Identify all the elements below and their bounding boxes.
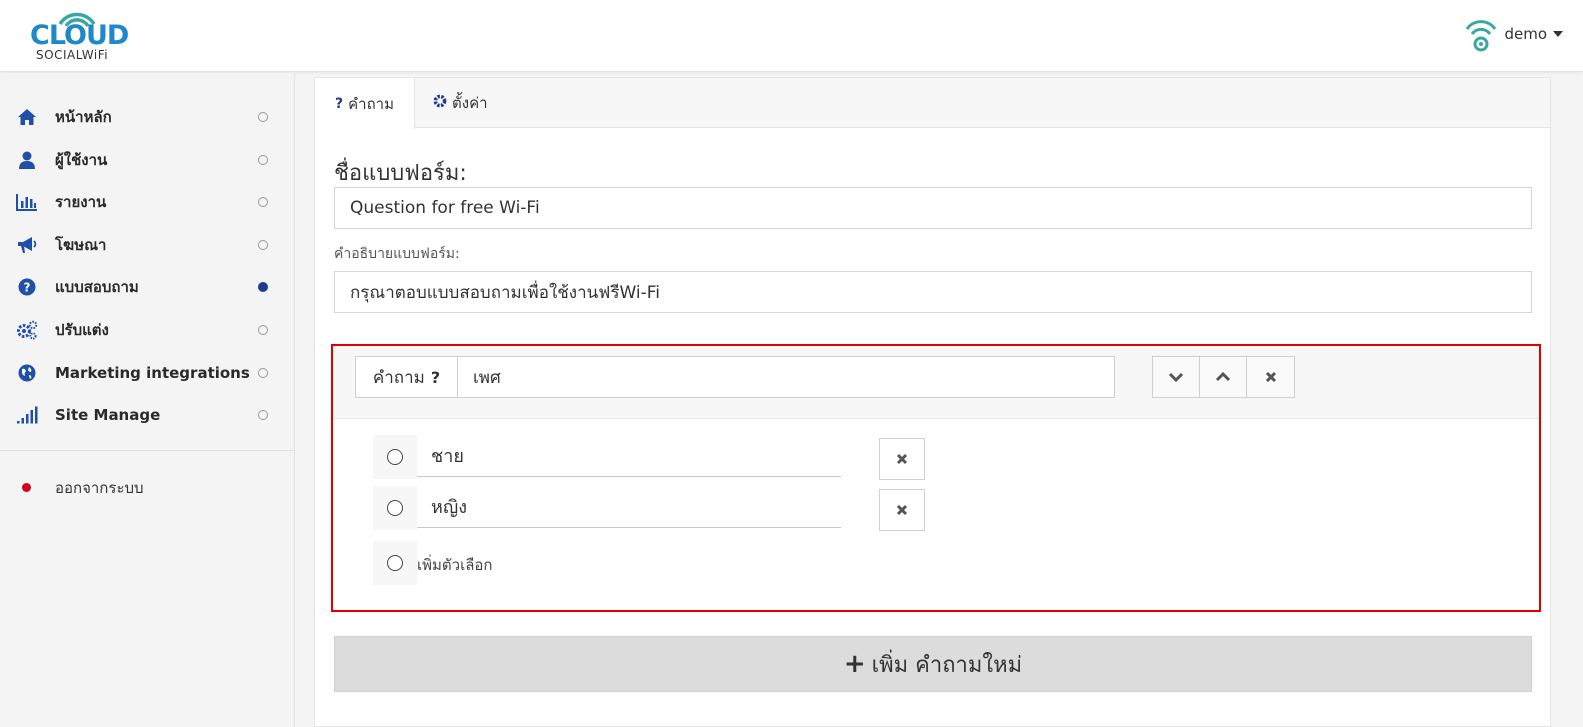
question-header: คำถาม ? เพศ (333, 346, 1539, 419)
close-icon (896, 504, 908, 516)
logout-label: ออกจากระบบ (55, 479, 144, 497)
form-editor-panel: ? คำถาม ตั้งค่า ชื่อแบบฟอร์ม: Question f… (314, 77, 1551, 727)
status-dot (258, 240, 268, 250)
gears-icon (16, 320, 38, 340)
option-radio[interactable] (387, 500, 403, 516)
megaphone-icon (16, 235, 38, 255)
sidebar-item-label: แบบสอบถาม (55, 278, 139, 296)
sidebar-item-site-manage[interactable]: Site Manage (0, 395, 294, 435)
status-dot (258, 410, 268, 420)
top-header: CLOUD SOCIALWiFi demo (0, 0, 1583, 72)
signal-icon (16, 405, 38, 425)
option-radio[interactable] (387, 555, 403, 571)
add-question-label: เพิ่ม คำถามใหม่ (871, 652, 1023, 678)
sidebar-item-marketing[interactable]: Marketing integrations (0, 353, 294, 393)
option-input[interactable]: หญิง (417, 486, 841, 528)
tab-label: คำถาม (348, 94, 394, 113)
tab-questions[interactable]: ? คำถาม (315, 78, 415, 129)
plus-icon: + (843, 649, 866, 679)
caret-down-icon (1553, 31, 1563, 37)
question-title-input[interactable]: เพศ (458, 357, 1114, 397)
sidebar-item-label: ผู้ใช้งาน (55, 151, 108, 169)
brand-logo[interactable]: CLOUD SOCIALWiFi (30, 6, 140, 64)
tab-bar: ? คำถาม ตั้งค่า (315, 78, 1550, 129)
status-dot (258, 155, 268, 165)
sidebar: หน้าหลัก ผู้ใช้งาน รายงาน โฆษณา ? แบบสอบ… (0, 73, 295, 727)
globe-icon (16, 363, 38, 383)
chevron-up-icon (1215, 372, 1231, 382)
brand-word: CLOUD (30, 20, 129, 51)
logout-link[interactable]: ออกจากระบบ (0, 466, 294, 506)
sidebar-item-reports[interactable]: รายงาน (0, 182, 294, 222)
option-radio-wrap (373, 541, 417, 585)
add-option-link[interactable]: เพิ่มตัวเลือก (417, 553, 492, 577)
wifi-avatar-icon (1466, 20, 1497, 52)
logout-dot (22, 483, 31, 492)
sidebar-item-label: Marketing integrations (55, 364, 250, 382)
form-description-input[interactable]: กรุณาตอบแบบสอบถามเพื่อใช้งานฟรีWi-Fi (334, 271, 1532, 313)
delete-option-button[interactable] (879, 489, 925, 531)
close-icon (896, 453, 908, 465)
form-description-label: คำอธิบายแบบฟอร์ม: (334, 246, 460, 262)
option-input[interactable]: ชาย (417, 435, 841, 477)
sidebar-item-label: Site Manage (55, 406, 161, 424)
question-prefix: คำถาม ? (356, 357, 458, 397)
user-name: demo (1504, 25, 1547, 43)
sidebar-item-customize[interactable]: ปรับแต่ง (0, 310, 294, 350)
question-action-group (1152, 356, 1295, 398)
user-icon (16, 150, 38, 170)
home-icon (16, 107, 38, 127)
sidebar-item-label: รายงาน (55, 193, 107, 211)
question-mark-icon: ? (335, 95, 344, 112)
sidebar-item-label: ปรับแต่ง (55, 321, 109, 339)
add-question-button[interactable]: + เพิ่ม คำถามใหม่ (334, 636, 1532, 692)
sidebar-item-label: หน้าหลัก (55, 108, 112, 126)
sidebar-divider (0, 450, 294, 451)
form-name-label: ชื่อแบบฟอร์ม: (334, 161, 467, 186)
question-input-group: คำถาม ? เพศ (355, 356, 1115, 398)
status-dot (258, 112, 268, 122)
status-dot (258, 368, 268, 378)
option-radio-wrap (373, 435, 417, 479)
form-name-input[interactable]: Question for free Wi-Fi (334, 187, 1532, 229)
sidebar-item-users[interactable]: ผู้ใช้งาน (0, 140, 294, 180)
brand-sub: SOCIALWiFi (36, 48, 109, 62)
question-circle-icon: ? (16, 277, 38, 297)
delete-question-button[interactable] (1247, 357, 1294, 397)
option-radio[interactable] (387, 449, 403, 465)
sidebar-item-ads[interactable]: โฆษณา (0, 225, 294, 265)
sidebar-item-survey[interactable]: ? แบบสอบถาม (0, 267, 294, 307)
close-icon (1265, 371, 1276, 383)
status-dot (258, 325, 268, 335)
option-radio-wrap (373, 486, 417, 530)
delete-option-button[interactable] (879, 438, 925, 480)
svg-text:?: ? (24, 281, 31, 295)
question-card: คำถาม ? เพศ ชาย หญิง เพิ่มตัวเลือก (331, 344, 1541, 612)
user-menu[interactable]: demo (1464, 14, 1563, 54)
sidebar-item-label: โฆษณา (55, 236, 107, 254)
bar-chart-icon (16, 192, 38, 212)
active-dot (258, 282, 268, 292)
tab-settings[interactable]: ตั้งค่า (413, 78, 508, 128)
question-mark-icon: ? (430, 367, 441, 387)
chevron-down-icon (1168, 372, 1184, 382)
question-prefix-label: คำถาม (372, 367, 425, 388)
move-up-button[interactable] (1200, 357, 1247, 397)
move-down-button[interactable] (1153, 357, 1200, 397)
tab-label: ตั้งค่า (452, 94, 488, 112)
sidebar-item-home[interactable]: หน้าหลัก (0, 97, 294, 137)
gear-icon (433, 94, 447, 112)
status-dot (258, 197, 268, 207)
